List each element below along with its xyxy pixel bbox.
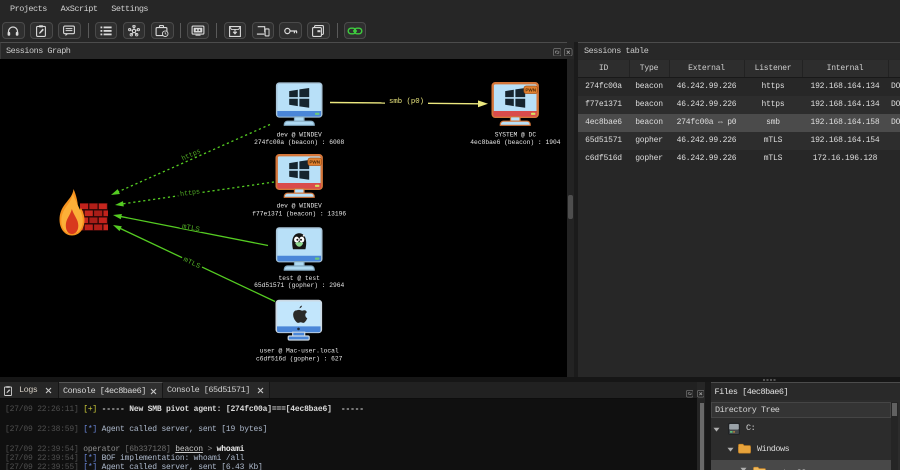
svg-text:f77e1371 (beacon) : 13196: f77e1371 (beacon) : 13196 xyxy=(252,211,346,219)
svg-text:PWN: PWN xyxy=(525,88,536,93)
svg-text:274fc00a (beacon) : 6008: 274fc00a (beacon) : 6008 xyxy=(254,139,344,147)
svg-text:4ec8bae6 (beacon) : 1904: 4ec8bae6 (beacon) : 1904 xyxy=(470,139,560,147)
svg-text:smb (p0): smb (p0) xyxy=(389,98,424,106)
svg-text:c6df516d (gopher) : 627: c6df516d (gopher) : 627 xyxy=(256,355,343,363)
svg-text:https: https xyxy=(180,188,201,199)
svg-text:dev @ WINDEV: dev @ WINDEV xyxy=(277,203,323,211)
svg-text:65d51571 (gopher) : 2964: 65d51571 (gopher) : 2964 xyxy=(254,282,344,290)
svg-text:mTLS: mTLS xyxy=(182,256,202,271)
svg-text:https: https xyxy=(181,148,203,163)
svg-text:PWN: PWN xyxy=(309,160,320,165)
